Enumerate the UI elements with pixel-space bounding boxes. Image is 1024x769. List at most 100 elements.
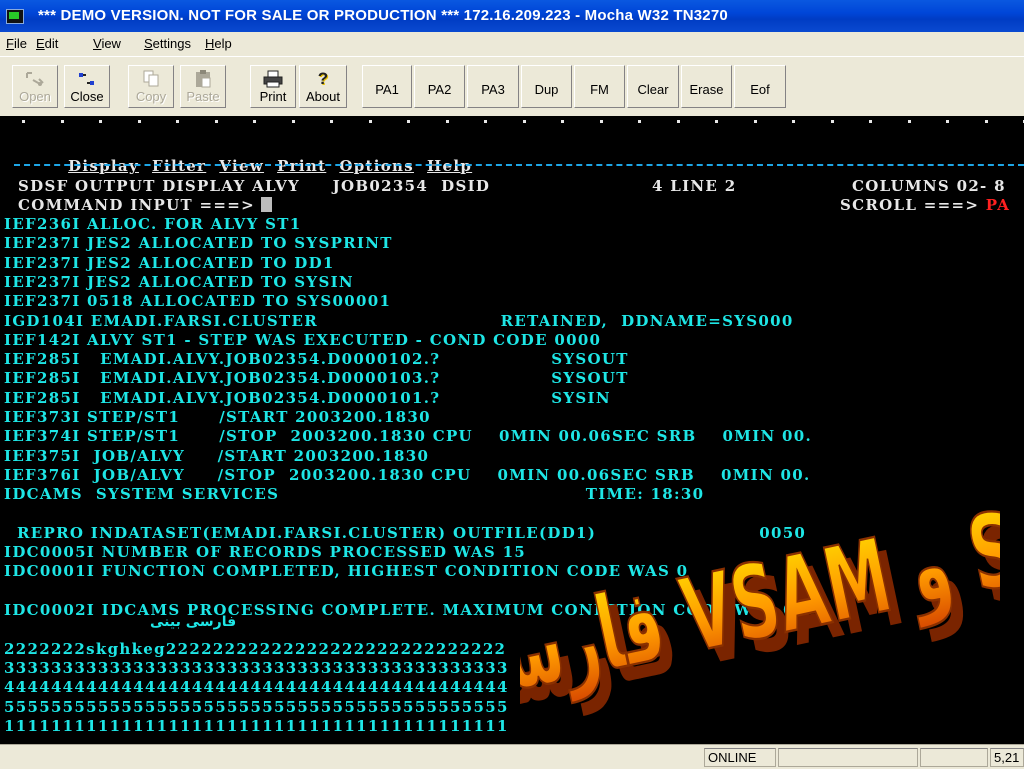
action-bar-separator bbox=[14, 164, 1024, 166]
output-line: IDC0005I NUMBER OF RECORDS PROCESSED WAS… bbox=[4, 543, 527, 562]
close-button[interactable]: Close bbox=[64, 65, 110, 108]
dot bbox=[484, 120, 487, 123]
action-options[interactable]: Options bbox=[339, 157, 414, 175]
dot bbox=[600, 120, 603, 123]
output-line: 3333333333333333333333333333333333333333… bbox=[4, 658, 509, 677]
about-button[interactable]: ? About bbox=[299, 65, 347, 108]
output-line: IEF236I ALLOC. FOR ALVY ST1 bbox=[4, 215, 302, 233]
output-line: IEF237I JES2 ALLOCATED TO DD1 bbox=[4, 253, 335, 272]
status-message-pane bbox=[0, 748, 704, 767]
status-pane-blank-1 bbox=[778, 748, 918, 767]
output-line: 1111111111111111111111111111111111111111… bbox=[4, 716, 509, 735]
dot bbox=[677, 120, 680, 123]
output-line: IEF285I EMADI.ALVY.JOB02354.D0000103.? S… bbox=[4, 369, 629, 388]
sdsf-header-title: SDSF OUTPUT DISPLAY ALVY JOB02354 DSID bbox=[18, 177, 491, 195]
dot bbox=[253, 120, 256, 123]
command-input-row: COMMAND INPUT ===> bbox=[18, 195, 273, 215]
command-input-label: COMMAND INPUT ===> bbox=[18, 196, 255, 214]
farsi-vsam-sdsf-overlay: فارسی در VSAM و SDSF فارسی در VSAM و SDS… bbox=[520, 480, 1000, 730]
print-button[interactable]: Print bbox=[250, 65, 296, 108]
copy-button[interactable]: Copy bbox=[128, 65, 174, 108]
pa3-key-button[interactable]: PA3 bbox=[467, 65, 519, 108]
scroll-label: SCROLL ===> bbox=[840, 196, 980, 214]
menu-edit[interactable]: Edit bbox=[36, 36, 58, 51]
pa1-key-button[interactable]: PA1 bbox=[362, 65, 412, 108]
dot bbox=[176, 120, 179, 123]
paste-icon bbox=[193, 70, 213, 88]
dup-key-button[interactable]: Dup bbox=[521, 65, 572, 108]
action-help[interactable]: Help bbox=[427, 157, 472, 175]
output-line: IEF373I STEP/ST1 /START 2003200.1830 bbox=[4, 408, 431, 426]
scroll-amount-field[interactable]: PA bbox=[986, 196, 1010, 214]
erase-key-button[interactable]: Erase bbox=[681, 65, 732, 108]
open-connection-icon bbox=[24, 70, 46, 88]
command-input-cursor[interactable] bbox=[261, 197, 273, 212]
eof-key-button[interactable]: Eof bbox=[734, 65, 786, 108]
action-print[interactable]: Print bbox=[277, 157, 326, 175]
output-line: IEF237I JES2 ALLOCATED TO SYSPRINT bbox=[4, 234, 393, 253]
output-line: IGD104I EMADI.FARSI.CLUSTER RETAINED, DD… bbox=[4, 311, 794, 330]
terminal-dot-leader bbox=[14, 120, 1024, 128]
dot bbox=[523, 120, 526, 123]
menu-bar: File Edit View Settings Help bbox=[0, 32, 1024, 56]
close-connection-icon bbox=[76, 70, 98, 88]
menu-settings[interactable]: Settings bbox=[144, 36, 191, 51]
sdsf-header-line: 4 LINE 2 bbox=[652, 177, 737, 195]
dot bbox=[215, 120, 218, 123]
dot bbox=[638, 120, 641, 123]
output-line: 5555555555555555555555555555555555555555… bbox=[4, 697, 509, 716]
dot bbox=[831, 120, 834, 123]
terminal-app-icon[interactable] bbox=[6, 9, 24, 24]
dot bbox=[985, 120, 988, 123]
cursor-position: 5,21 bbox=[990, 748, 1024, 767]
dot bbox=[446, 120, 449, 123]
copy-icon bbox=[141, 70, 161, 88]
clear-key-button[interactable]: Clear bbox=[627, 65, 679, 108]
farsi-inline-text: فارسی بینی bbox=[150, 614, 237, 630]
connection-status: ONLINE bbox=[704, 748, 776, 767]
menu-file[interactable]: File bbox=[6, 36, 27, 51]
printer-icon bbox=[262, 70, 284, 88]
dot bbox=[869, 120, 872, 123]
menu-help[interactable]: Help bbox=[205, 36, 232, 51]
action-filter[interactable]: Filter bbox=[152, 157, 206, 175]
title-bar[interactable]: *** DEMO VERSION. NOT FOR SALE OR PRODUC… bbox=[0, 0, 1024, 32]
dot bbox=[946, 120, 949, 123]
output-line: 2222222skghkeg22222222222222222222222222… bbox=[4, 639, 507, 658]
action-view[interactable]: View bbox=[219, 157, 264, 175]
action-display[interactable]: Display bbox=[68, 157, 139, 175]
dot bbox=[715, 120, 718, 123]
dot bbox=[908, 120, 911, 123]
field-mark-key-button[interactable]: FM bbox=[574, 65, 625, 108]
dot bbox=[292, 120, 295, 123]
output-line: IEF237I 0518 ALLOCATED TO SYS00001 bbox=[4, 292, 392, 311]
svg-text:فارسی در VSAM و SDSF: فارسی در VSAM و SDSF bbox=[520, 480, 1000, 730]
dot bbox=[138, 120, 141, 123]
open-button[interactable]: Open bbox=[12, 65, 58, 108]
dot bbox=[407, 120, 410, 123]
output-line: 4444444444444444444444444444444444444444… bbox=[4, 678, 509, 697]
status-bar: ONLINE 5,21 bbox=[0, 744, 1024, 769]
sdsf-header-columns: COLUMNS 02- 8 bbox=[852, 177, 1006, 195]
dot bbox=[22, 120, 25, 123]
scroll-field-row: SCROLL ===> PA bbox=[840, 195, 1010, 215]
status-pane-blank-2 bbox=[920, 748, 988, 767]
output-line: IEF285I EMADI.ALVY.JOB02354.D0000102.? S… bbox=[4, 350, 629, 369]
output-line: IEF374I STEP/ST1 /STOP 2003200.1830 CPU … bbox=[4, 427, 813, 446]
terminal-screen[interactable]: Display Filter View Print Options Help S… bbox=[0, 116, 1024, 744]
menu-view[interactable]: View bbox=[93, 36, 121, 51]
output-line: IEF142I ALVY ST1 - STEP WAS EXECUTED - C… bbox=[4, 330, 602, 349]
question-mark-icon: ? bbox=[317, 69, 329, 88]
output-line: IEF375I JOB/ALVY /START 2003200.1830 bbox=[4, 446, 430, 465]
dot bbox=[792, 120, 795, 123]
paste-button[interactable]: Paste bbox=[180, 65, 226, 108]
sdsf-action-bar: Display Filter View Print Options Help bbox=[42, 136, 472, 175]
toolbar: Open Close Copy Paste Print ? About PA1 … bbox=[0, 56, 1024, 117]
output-line: IEF285I EMADI.ALVY.JOB02354.D0000101.? S… bbox=[4, 388, 611, 407]
pa2-key-button[interactable]: PA2 bbox=[414, 65, 465, 108]
window-title: *** DEMO VERSION. NOT FOR SALE OR PRODUC… bbox=[38, 7, 728, 24]
dot bbox=[369, 120, 372, 123]
dot bbox=[61, 120, 64, 123]
dot bbox=[330, 120, 333, 123]
dot bbox=[99, 120, 102, 123]
